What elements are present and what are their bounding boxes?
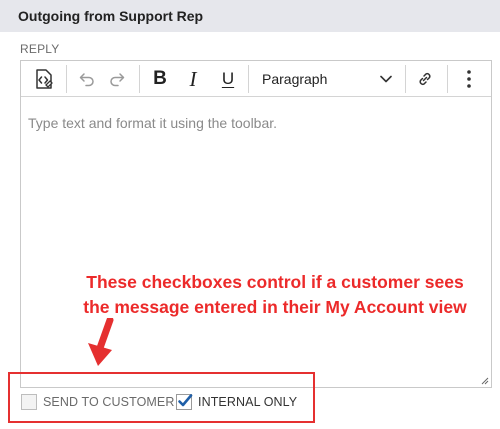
redo-icon [110,73,125,87]
send-to-customer-checkbox[interactable] [21,394,37,410]
annotation-arrow-icon [88,318,114,366]
chevron-down-icon [380,75,392,83]
underline-icon: U [221,69,235,88]
reply-placeholder: Type text and format it using the toolba… [28,115,278,131]
send-to-customer-label: SEND TO CUSTOMER [43,395,175,409]
reply-label: REPLY [20,42,60,56]
redo-button[interactable] [103,61,131,97]
undo-icon [79,73,94,87]
section-header: Outgoing from Support Rep [0,0,500,32]
checkmark-icon [178,394,193,407]
section-title: Outgoing from Support Rep [18,8,204,24]
toolbar-separator [248,65,249,93]
more-options-button[interactable] [455,61,483,97]
toolbar-separator [405,65,406,93]
source-code-button[interactable] [27,61,59,97]
internal-only-option[interactable]: INTERNAL ONLY [176,394,297,410]
toolbar-separator [139,65,140,93]
resize-handle-icon[interactable] [480,376,489,385]
more-options-icon [467,70,471,88]
internal-only-checkbox[interactable] [176,394,193,410]
link-icon [419,72,431,86]
toolbar-separator [447,65,448,93]
annotation-line-1: These checkboxes control if a customer s… [86,272,464,292]
italic-icon: I [189,66,197,91]
underline-button[interactable]: U [213,61,243,97]
editor-toolbar: B I U Paragraph [21,61,491,97]
insert-link-button[interactable] [410,61,440,97]
annotation-callout: These checkboxes control if a customer s… [50,270,500,320]
send-to-customer-option[interactable]: SEND TO CUSTOMER [21,394,174,410]
internal-only-label: INTERNAL ONLY [198,395,298,409]
annotation-line-2: the message entered in their My Account … [83,297,467,317]
paragraph-format-value: Paragraph [262,71,328,87]
undo-button[interactable] [73,61,101,97]
paragraph-format-select[interactable]: Paragraph [252,61,402,97]
italic-button[interactable]: I [178,61,208,97]
toolbar-separator [66,65,67,93]
source-icon [36,69,53,89]
bold-button[interactable]: B [145,61,175,97]
bold-icon: B [153,68,167,89]
